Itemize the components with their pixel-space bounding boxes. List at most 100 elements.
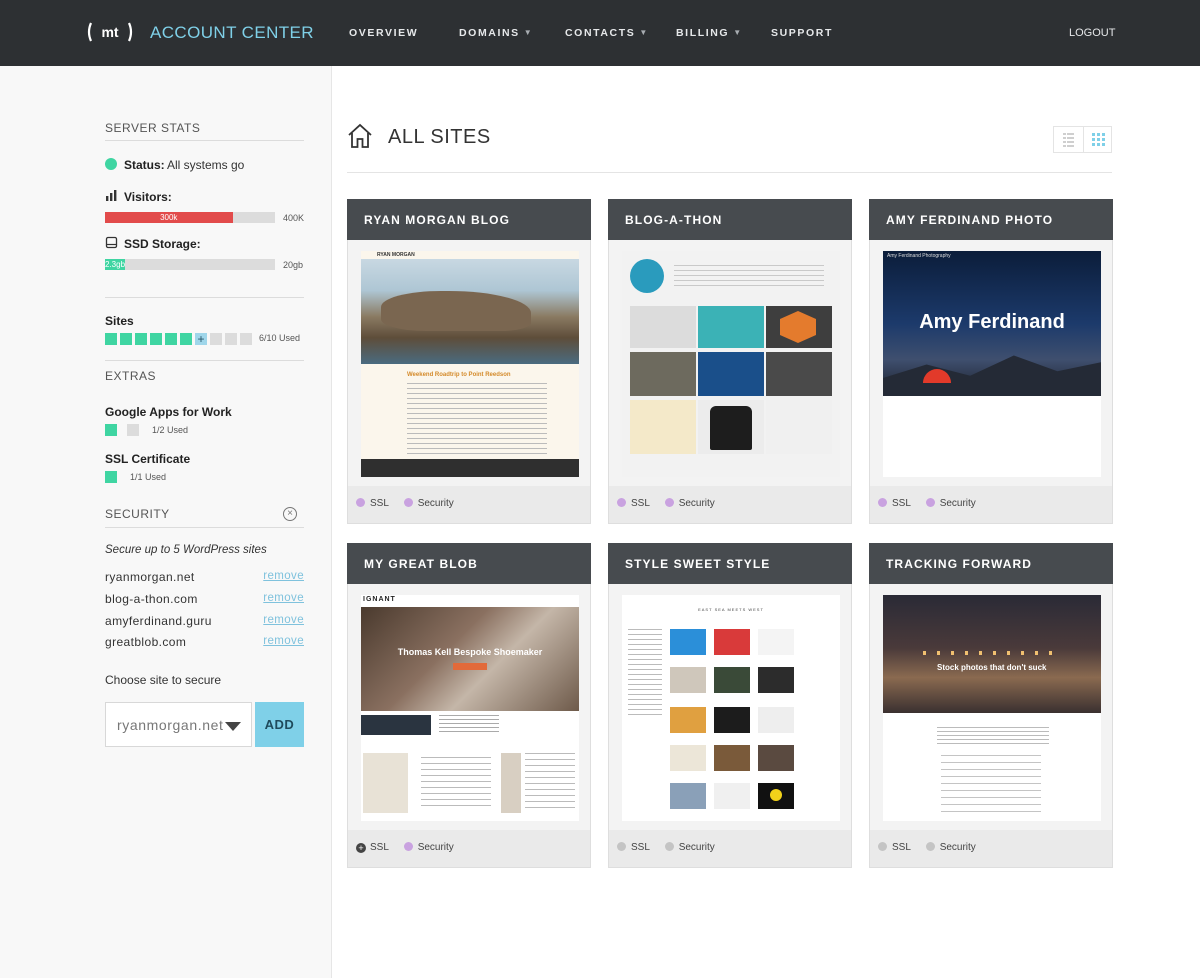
nav-contacts-label: CONTACTS bbox=[565, 27, 636, 39]
secured-domain: ryanmorgan.net bbox=[105, 570, 195, 584]
secured-domain: amyferdinand.guru bbox=[105, 614, 212, 628]
view-toggle bbox=[1053, 126, 1112, 153]
nav-overview[interactable]: OVERVIEW bbox=[349, 27, 418, 39]
site-card-header: TRACKING FORWARD bbox=[869, 543, 1113, 584]
remove-link[interactable]: remove bbox=[263, 592, 304, 604]
logo-icon[interactable]: mt bbox=[86, 20, 134, 44]
close-icon[interactable]: × bbox=[283, 507, 297, 521]
ssl-status-icon bbox=[878, 498, 887, 507]
security-note: Secure up to 5 WordPress sites bbox=[105, 544, 267, 556]
google-apps-label: Google Apps for Work bbox=[105, 405, 232, 419]
nav-contacts[interactable]: CONTACTS ▼ bbox=[565, 27, 649, 39]
site-card[interactable]: STYLE SWEET STYLE EAST SEA MEETS WEST SS… bbox=[608, 543, 852, 868]
site-card-footer: SSL Security bbox=[356, 498, 454, 509]
add-ssl-icon[interactable]: + bbox=[356, 843, 366, 853]
site-slot-used bbox=[150, 333, 162, 345]
site-card[interactable]: BLOG-A-THON SSL Security bbox=[608, 199, 852, 524]
secured-domain: blog-a-thon.com bbox=[105, 592, 198, 606]
ssl-usage: 1/1 Used bbox=[130, 472, 167, 482]
logout-link[interactable]: LOGOUT bbox=[1069, 27, 1115, 39]
sidebar: SERVER STATS Status: All systems go Visi… bbox=[0, 66, 332, 978]
site-card-header: AMY FERDINAND PHOTO bbox=[869, 199, 1113, 240]
thumbnail-brand: RYAN MORGAN bbox=[377, 252, 415, 258]
remove-link[interactable]: remove bbox=[263, 614, 304, 626]
security-status-icon bbox=[664, 842, 674, 851]
status-indicator-icon bbox=[105, 158, 117, 170]
site-card[interactable]: RYAN MORGAN BLOG RYAN MORGAN Weekend Roa… bbox=[347, 199, 591, 524]
remove-link[interactable]: remove bbox=[263, 635, 304, 647]
site-thumbnail bbox=[609, 240, 851, 486]
site-name: STYLE SWEET STYLE bbox=[625, 557, 771, 571]
list-view-icon bbox=[1063, 133, 1074, 147]
secured-domain-row: blog-a-thon.com remove bbox=[105, 592, 304, 606]
divider bbox=[105, 297, 304, 298]
storage-bar: 2.3gb bbox=[105, 259, 275, 270]
security-label: Security bbox=[417, 842, 454, 853]
ssl-label: SSL bbox=[631, 498, 650, 509]
nav-domains[interactable]: DOMAINS ▼ bbox=[459, 27, 533, 39]
site-card-header: BLOG-A-THON bbox=[608, 199, 852, 240]
status-value: All systems go bbox=[167, 158, 245, 172]
security-label: Security bbox=[939, 498, 976, 509]
secured-domain-row: greatblob.com remove bbox=[105, 635, 304, 649]
thumbnail-post-title: Weekend Roadtrip to Point Reedson bbox=[407, 372, 511, 378]
top-navigation-bar: mt ACCOUNT CENTER OVERVIEW DOMAINS ▼ CONT… bbox=[0, 0, 1200, 66]
site-name: BLOG-A-THON bbox=[625, 213, 723, 227]
chevron-down-icon: ▼ bbox=[523, 28, 534, 37]
security-status-icon bbox=[925, 842, 935, 851]
remove-link[interactable]: remove bbox=[263, 570, 304, 582]
secured-domain-row: ryanmorgan.net remove bbox=[105, 570, 304, 584]
site-thumbnail: IGNANT Thomas Kell Bespoke Shoemaker bbox=[348, 584, 590, 830]
site-slot-used bbox=[105, 333, 117, 345]
storage-max: 20gb bbox=[283, 260, 304, 270]
server-stats-heading: SERVER STATS bbox=[105, 121, 201, 135]
extras-heading: EXTRAS bbox=[105, 369, 157, 383]
site-card[interactable]: AMY FERDINAND PHOTO Amy Ferdinand Photog… bbox=[869, 199, 1113, 524]
nav-support[interactable]: SUPPORT bbox=[771, 27, 833, 39]
ssl-label: SSL bbox=[631, 842, 650, 853]
site-thumbnail: EAST SEA MEETS WEST bbox=[609, 584, 851, 830]
ssl-certificate-label: SSL Certificate bbox=[105, 452, 191, 466]
site-card[interactable]: TRACKING FORWARD Stock photos that don't… bbox=[869, 543, 1113, 868]
choose-site-label: Choose site to secure bbox=[105, 673, 222, 687]
security-status-icon bbox=[403, 842, 413, 851]
list-view-button[interactable] bbox=[1054, 127, 1083, 152]
visitors-label: Visitors: bbox=[124, 190, 172, 204]
nav-domains-label: DOMAINS bbox=[459, 27, 520, 39]
chevron-down-icon: ▼ bbox=[733, 28, 743, 37]
add-site-slot[interactable]: + bbox=[195, 333, 207, 345]
secured-domain: greatblob.com bbox=[105, 635, 187, 649]
google-apps-slot-used bbox=[105, 424, 117, 436]
grid-view-button[interactable] bbox=[1083, 127, 1112, 152]
visitors-bar-fill: 300k bbox=[105, 212, 233, 223]
add-button[interactable]: ADD bbox=[255, 702, 304, 747]
thumbnail-brand: Amy Ferdinand Photography bbox=[887, 253, 951, 259]
divider bbox=[105, 140, 304, 141]
bar-chart-icon bbox=[106, 190, 117, 201]
ssl-status-icon bbox=[878, 842, 887, 851]
site-slot-free bbox=[225, 333, 237, 345]
thumbnail-brand: EAST SEA MEETS WEST bbox=[698, 607, 764, 612]
site-thumbnail: Amy Ferdinand Photography Amy Ferdinand bbox=[870, 240, 1112, 486]
site-card-header: STYLE SWEET STYLE bbox=[608, 543, 852, 584]
security-heading: SECURITY bbox=[105, 507, 170, 521]
security-status-icon bbox=[925, 498, 935, 507]
nav-billing[interactable]: BILLING ▼ bbox=[676, 27, 743, 39]
site-card-footer: + SSL Security bbox=[356, 842, 454, 853]
site-card[interactable]: MY GREAT BLOB IGNANT Thomas Kell Bespoke… bbox=[347, 543, 591, 868]
security-label: Security bbox=[678, 498, 715, 509]
storage-label: SSD Storage: bbox=[124, 237, 201, 251]
site-card-footer: SSL Security bbox=[617, 498, 715, 509]
site-name: AMY FERDINAND PHOTO bbox=[886, 213, 1054, 227]
site-card-header: RYAN MORGAN BLOG bbox=[347, 199, 591, 240]
site-name: RYAN MORGAN BLOG bbox=[364, 213, 511, 227]
visitors-bar: 300k bbox=[105, 212, 275, 223]
site-name: TRACKING FORWARD bbox=[886, 557, 1033, 571]
site-slot-free bbox=[210, 333, 222, 345]
site-thumbnail: Stock photos that don't suck bbox=[870, 584, 1112, 830]
app-title: ACCOUNT CENTER bbox=[150, 23, 314, 42]
sites-usage: 6/10 Used bbox=[259, 333, 301, 343]
grid-view-icon bbox=[1092, 133, 1105, 146]
thumbnail-hero-text: Stock photos that don't suck bbox=[937, 663, 1047, 672]
site-select[interactable]: ryanmorgan.net bbox=[105, 702, 252, 747]
